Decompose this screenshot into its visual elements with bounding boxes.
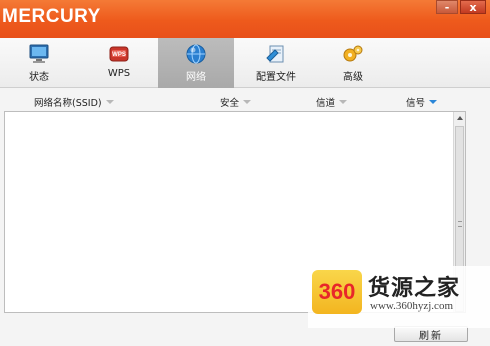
watermark: 360 货源之家 www.360hyzj.com — [308, 266, 490, 328]
tab-network[interactable]: 网络 — [158, 38, 234, 88]
tab-advanced-label: 高级 — [343, 72, 363, 83]
scroll-up-icon[interactable] — [454, 112, 465, 124]
sort-arrow-icon — [105, 100, 114, 104]
watermark-badge: 360 — [312, 270, 362, 314]
sort-arrow-icon — [243, 100, 252, 104]
main-toolbar: 状态 WPS WPS 网络 配置文件 高级 — [0, 38, 490, 88]
tab-status[interactable]: 状态 — [14, 38, 64, 88]
tab-status-label: 状态 — [29, 72, 49, 83]
gears-icon — [341, 43, 365, 65]
app-window: MERCURY - x 状态 WPS WPS 网络 配置文件 高级 网络名称(S… — [0, 0, 490, 346]
globe-icon — [184, 43, 208, 65]
title-bar[interactable]: MERCURY - x — [0, 0, 490, 38]
tab-wps[interactable]: WPS WPS — [94, 38, 144, 88]
svg-text:WPS: WPS — [112, 52, 126, 58]
refresh-button[interactable]: 刷新 — [394, 326, 468, 342]
watermark-url: www.360hyzj.com — [370, 300, 453, 312]
sort-arrow-icon — [429, 100, 438, 104]
wps-icon: WPS — [107, 43, 131, 65]
column-security[interactable]: 安全 — [220, 95, 252, 109]
watermark-title: 货源之家 — [368, 276, 461, 301]
tab-config-file[interactable]: 配置文件 — [248, 38, 304, 88]
grip-icon — [458, 221, 462, 227]
column-channel[interactable]: 信道 — [316, 95, 348, 109]
monitor-icon — [27, 43, 51, 65]
column-signal[interactable]: 信号 — [406, 95, 438, 109]
brand-logo: MERCURY — [2, 6, 101, 27]
tab-config-file-label: 配置文件 — [256, 72, 296, 83]
close-button[interactable]: x — [460, 0, 486, 14]
window-controls: - x — [436, 0, 486, 14]
column-signal-label: 信号 — [406, 98, 426, 109]
minimize-button[interactable]: - — [436, 0, 458, 14]
tab-advanced[interactable]: 高级 — [328, 38, 378, 88]
column-ssid[interactable]: 网络名称(SSID) — [34, 95, 114, 109]
column-channel-label: 信道 — [316, 98, 336, 109]
config-file-icon — [264, 43, 288, 65]
watermark-badge-text: 360 — [318, 279, 356, 304]
network-list-header: 网络名称(SSID) 安全 信道 信号 — [0, 94, 490, 110]
tab-wps-label: WPS — [107, 68, 131, 79]
column-security-label: 安全 — [220, 98, 240, 109]
tab-network-label: 网络 — [186, 72, 206, 83]
sort-arrow-icon — [339, 100, 348, 104]
column-ssid-label: 网络名称(SSID) — [34, 98, 102, 109]
